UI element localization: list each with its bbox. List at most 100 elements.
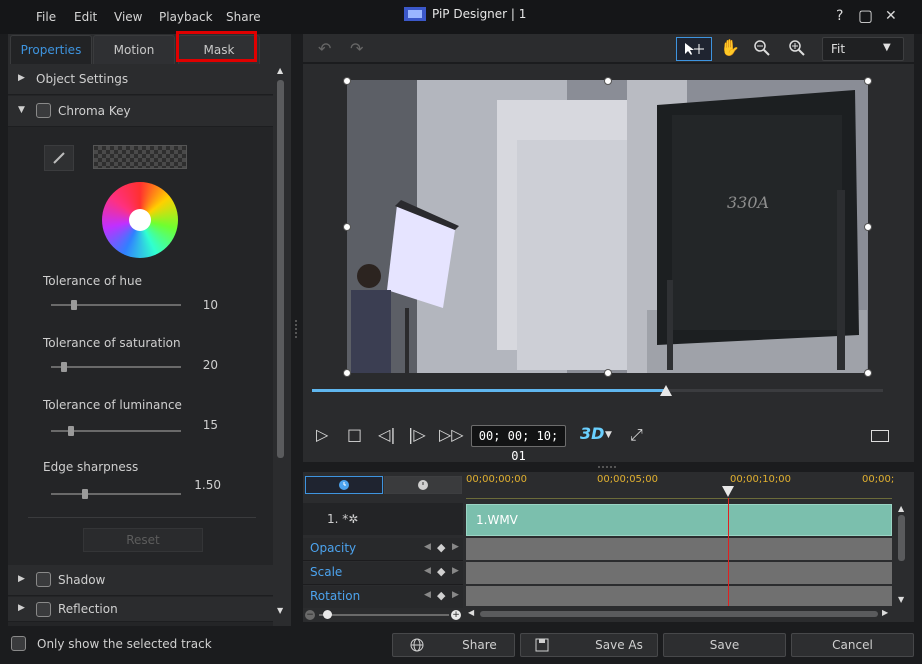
next-keyframe-icon[interactable]: ▶ xyxy=(452,542,459,552)
rotation-keyframe-track[interactable] xyxy=(466,586,892,606)
scroll-right-icon[interactable]: ▶ xyxy=(882,608,888,617)
scroll-down-icon[interactable]: ▼ xyxy=(898,595,904,604)
luminance-slider[interactable] xyxy=(51,426,181,436)
maximize-icon[interactable]: ▢ xyxy=(858,6,873,25)
video-clip[interactable]: 1.WMV xyxy=(466,504,892,536)
prev-keyframe-icon[interactable]: ◀ xyxy=(424,590,431,600)
opacity-keyframe-track[interactable] xyxy=(466,538,892,560)
saturation-slider-thumb[interactable] xyxy=(60,362,67,372)
resize-handle[interactable] xyxy=(343,369,351,377)
menu-edit[interactable]: Edit xyxy=(74,10,97,24)
menu-share[interactable]: Share xyxy=(226,10,261,24)
resize-handle[interactable] xyxy=(864,369,872,377)
section-shadow[interactable]: ▶ Shadow xyxy=(8,565,273,596)
resize-handle[interactable] xyxy=(604,77,612,85)
clock-icon xyxy=(418,480,428,490)
tab-motion[interactable]: Motion xyxy=(93,35,175,64)
next-frame-icon[interactable]: |▷ xyxy=(408,425,426,444)
section-chroma-key[interactable]: ▼ Chroma Key xyxy=(8,96,273,127)
timeline-horizontal-scrollbar[interactable]: ◀ ▶ xyxy=(466,608,892,620)
section-object-settings[interactable]: ▶ Object Settings xyxy=(8,64,273,95)
shadow-checkbox[interactable] xyxy=(36,572,51,587)
timeline-zoom-slider[interactable]: − + xyxy=(305,608,463,622)
stop-icon[interactable]: □ xyxy=(347,425,362,444)
scrollbar-thumb[interactable] xyxy=(898,515,905,561)
close-icon[interactable]: ✕ xyxy=(885,8,897,24)
play-icon[interactable]: ▷ xyxy=(316,425,328,444)
key-color-swatch[interactable] xyxy=(93,145,187,169)
track-header[interactable]: 1. *✲ xyxy=(303,503,463,535)
fullscreen-icon[interactable]: ⤢ xyxy=(630,425,643,445)
panel-splitter[interactable] xyxy=(295,320,299,338)
luminance-slider-thumb[interactable] xyxy=(68,426,75,436)
resize-handle[interactable] xyxy=(864,223,872,231)
resize-handle[interactable] xyxy=(604,369,612,377)
zoom-out-icon[interactable]: − xyxy=(305,610,315,620)
edge-sharpness-slider-thumb[interactable] xyxy=(82,489,88,499)
timeline-mode-button[interactable] xyxy=(305,476,383,494)
scrollbar-thumb[interactable] xyxy=(277,80,284,458)
color-wheel[interactable] xyxy=(102,182,178,258)
timeline-ruler[interactable]: 00;00;00;00 00;00;05;00 00;00;10;00 00;0… xyxy=(466,472,894,499)
properties-scrollbar[interactable]: ▲ ▼ xyxy=(275,64,287,620)
help-icon[interactable]: ? xyxy=(836,8,843,24)
zoom-in-icon[interactable] xyxy=(789,40,805,56)
scroll-up-icon[interactable]: ▲ xyxy=(277,66,283,75)
zoom-select[interactable]: Fit ▼ xyxy=(822,37,904,61)
add-keyframe-icon[interactable]: ◆ xyxy=(437,565,445,578)
menu-view[interactable]: View xyxy=(114,10,142,24)
timeline-time-button[interactable] xyxy=(384,476,462,494)
scale-keyframe-track[interactable] xyxy=(466,562,892,584)
chroma-key-checkbox[interactable] xyxy=(36,103,51,118)
resize-handle[interactable] xyxy=(343,223,351,231)
scroll-down-icon[interactable]: ▼ xyxy=(277,606,283,615)
saturation-slider[interactable] xyxy=(51,362,181,372)
cancel-button[interactable]: Cancel xyxy=(791,633,914,657)
prev-keyframe-icon[interactable]: ◀ xyxy=(424,542,431,552)
next-keyframe-icon[interactable]: ▶ xyxy=(452,566,459,576)
add-keyframe-icon[interactable]: ◆ xyxy=(437,589,445,602)
chevron-down-icon[interactable]: ▼ xyxy=(605,430,612,440)
reflection-checkbox[interactable] xyxy=(36,602,51,617)
menu-playback[interactable]: Playback xyxy=(159,10,213,24)
save-as-button[interactable]: Save As xyxy=(520,633,658,657)
zoom-thumb[interactable] xyxy=(323,610,332,619)
share-button[interactable]: Share xyxy=(392,633,515,657)
scrollbar-thumb[interactable] xyxy=(480,611,878,617)
timeline-splitter[interactable] xyxy=(598,466,616,470)
zoom-in-icon[interactable]: + xyxy=(451,610,461,620)
video-preview[interactable]: 330A xyxy=(347,80,868,373)
safe-zone-icon[interactable] xyxy=(871,430,889,442)
timeline-vertical-scrollbar[interactable]: ▲ ▼ xyxy=(896,503,908,607)
tab-properties[interactable]: Properties xyxy=(10,35,92,64)
only-selected-checkbox[interactable] xyxy=(11,636,26,651)
section-reflection[interactable]: ▶ Reflection xyxy=(8,597,273,622)
3d-mode-button[interactable]: 3D xyxy=(580,424,604,443)
resize-handle[interactable] xyxy=(864,77,872,85)
playhead-marker[interactable] xyxy=(722,486,734,498)
reset-button[interactable]: Reset xyxy=(83,528,203,552)
save-button[interactable]: Save xyxy=(663,633,786,657)
edge-sharpness-slider[interactable] xyxy=(51,489,181,499)
scrubber-thumb[interactable] xyxy=(660,385,673,397)
resize-handle[interactable] xyxy=(343,77,351,85)
hue-slider-thumb[interactable] xyxy=(70,300,77,310)
zoom-out-icon[interactable] xyxy=(754,40,770,56)
hue-slider[interactable] xyxy=(51,300,181,310)
scroll-up-icon[interactable]: ▲ xyxy=(898,504,904,513)
add-keyframe-icon[interactable]: ◆ xyxy=(437,541,445,554)
eyedropper-button[interactable] xyxy=(44,145,74,171)
timecode-display[interactable]: 00; 00; 10; 01 xyxy=(471,425,566,463)
prev-keyframe-icon[interactable]: ◀ xyxy=(424,566,431,576)
fast-forward-icon[interactable]: ▷▷ xyxy=(439,425,464,444)
redo-icon[interactable]: ↷ xyxy=(350,39,363,58)
menu-file[interactable]: File xyxy=(36,10,56,24)
hand-icon[interactable]: ✋ xyxy=(720,38,740,57)
playback-scrubber[interactable] xyxy=(312,385,883,396)
undo-icon[interactable]: ↶ xyxy=(318,39,331,58)
next-keyframe-icon[interactable]: ▶ xyxy=(452,590,459,600)
scroll-left-icon[interactable]: ◀ xyxy=(468,608,474,617)
zoom-track[interactable] xyxy=(319,614,449,616)
select-tool-button[interactable] xyxy=(676,37,712,61)
previous-frame-icon[interactable]: ◁| xyxy=(378,425,396,444)
